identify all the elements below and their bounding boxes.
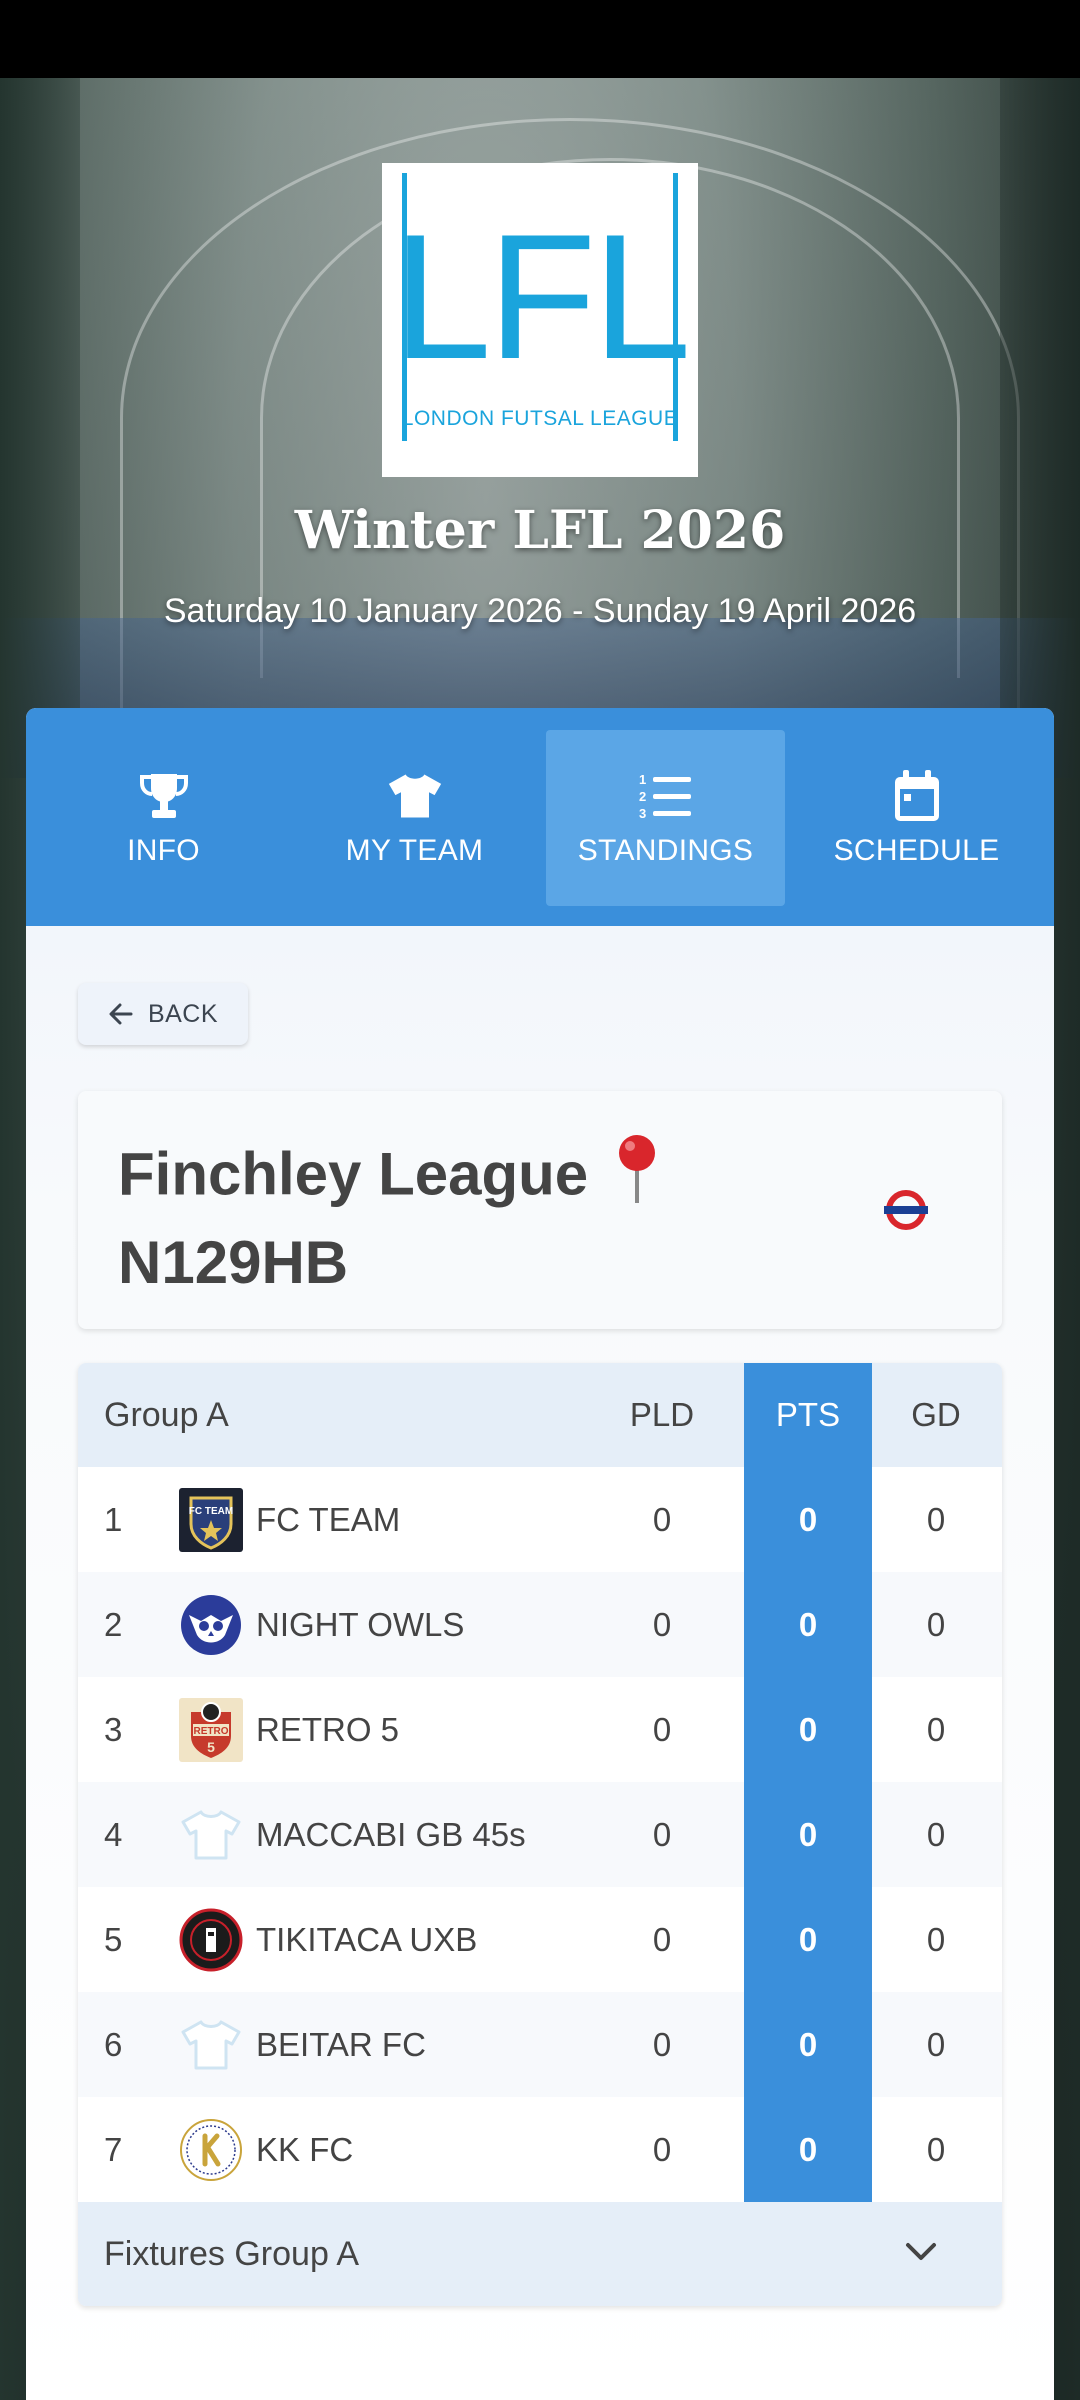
back-label: BACK bbox=[147, 999, 219, 1028]
tab-label: MY TEAM bbox=[345, 834, 484, 867]
table-row[interactable]: 3 RETRO 5 RETRO 5 0 0 0 bbox=[78, 1677, 1002, 1782]
col-pld[interactable]: PLD bbox=[606, 1396, 718, 1434]
map-pin-icon[interactable] bbox=[615, 1133, 659, 1224]
venue-card: Finchley League N129HB bbox=[78, 1091, 1002, 1329]
points: 0 bbox=[744, 1677, 872, 1782]
team-name[interactable]: KK FC bbox=[256, 2131, 353, 2169]
team-name[interactable]: FC TEAM bbox=[256, 1501, 400, 1539]
content-area: BACK Finchley League N129HB Group A PLD … bbox=[26, 926, 1054, 2400]
points: 0 bbox=[744, 1467, 872, 1572]
tab-standings[interactable]: 1 2 3 STANDINGS bbox=[546, 730, 785, 906]
table-row[interactable]: 2 NIGHT OWLS 0 0 0 bbox=[78, 1572, 1002, 1677]
svg-text:5: 5 bbox=[207, 1739, 215, 1755]
col-pts[interactable]: PTS bbox=[744, 1363, 872, 1467]
tab-info[interactable]: INFO bbox=[44, 730, 283, 906]
svg-text:FC TEAM: FC TEAM bbox=[189, 1506, 233, 1517]
calendar-icon bbox=[889, 768, 945, 824]
table-body: 1 FC TEAM FC TEAM 0 0 0 2 NIGHT OWLS 0 0… bbox=[78, 1467, 1002, 2202]
default-shirt-icon bbox=[178, 2012, 244, 2078]
played: 0 bbox=[652, 2130, 672, 2168]
goal-difference: 0 bbox=[926, 2025, 946, 2063]
list-ordered-icon: 1 2 3 bbox=[638, 768, 694, 824]
played: 0 bbox=[652, 1500, 672, 1538]
team-name[interactable]: BEITAR FC bbox=[256, 2026, 426, 2064]
venue-name: Finchley League bbox=[118, 1140, 589, 1208]
team-name[interactable]: MACCABI GB 45s bbox=[256, 1816, 526, 1854]
team-name[interactable]: TIKITACA UXB bbox=[256, 1921, 477, 1959]
points: 0 bbox=[744, 1992, 872, 2097]
standings-table: Group A PLD PTS GD 1 FC TEAM FC TEAM 0 0… bbox=[78, 1363, 1002, 2306]
goal-difference: 0 bbox=[926, 1605, 946, 1643]
position: 6 bbox=[104, 2025, 123, 2063]
table-row[interactable]: 5 TIKITACA UXB 0 0 0 bbox=[78, 1887, 1002, 1992]
group-label: Group A bbox=[104, 1395, 229, 1434]
played: 0 bbox=[652, 1920, 672, 1958]
table-header: Group A PLD PTS GD bbox=[78, 1363, 1002, 1467]
position: 5 bbox=[104, 1920, 123, 1958]
position: 1 bbox=[104, 1500, 123, 1538]
points: 0 bbox=[744, 1887, 872, 1992]
position: 4 bbox=[104, 1815, 123, 1853]
owl-badge bbox=[178, 1592, 244, 1658]
col-gd[interactable]: GD bbox=[886, 1396, 986, 1434]
tab-my-team[interactable]: MY TEAM bbox=[295, 730, 534, 906]
chevron-down-icon bbox=[906, 2243, 936, 2260]
underground-roundel-icon[interactable] bbox=[884, 1188, 928, 1232]
trophy-icon bbox=[136, 768, 192, 824]
status-bar bbox=[0, 0, 1080, 78]
logo-letters: LFL bbox=[392, 197, 692, 396]
goal-difference: 0 bbox=[926, 2130, 946, 2168]
tab-bar: INFO MY TEAM 1 2 3 STANDINGS SCHEDULE bbox=[26, 708, 1054, 926]
arrow-left-icon bbox=[109, 1003, 133, 1025]
table-row[interactable]: 4 MACCABI GB 45s 0 0 0 bbox=[78, 1782, 1002, 1887]
played: 0 bbox=[652, 1605, 672, 1643]
points: 0 bbox=[744, 1572, 872, 1677]
retro-5-badge: RETRO 5 bbox=[178, 1697, 244, 1763]
position: 3 bbox=[104, 1710, 123, 1748]
event-title: Winter LFL 2026 bbox=[294, 500, 786, 561]
goal-difference: 0 bbox=[926, 1920, 946, 1958]
svg-text:2: 2 bbox=[639, 789, 646, 804]
goal-difference: 0 bbox=[926, 1710, 946, 1748]
position: 2 bbox=[104, 1605, 123, 1643]
table-row[interactable]: 6 BEITAR FC 0 0 0 bbox=[78, 1992, 1002, 2097]
team-name[interactable]: NIGHT OWLS bbox=[256, 1606, 464, 1644]
fc-team-badge: FC TEAM bbox=[178, 1487, 244, 1553]
logo-subtitle: LONDON FUTSAL LEAGUE bbox=[401, 407, 679, 430]
tab-label: SCHEDULE bbox=[833, 834, 1000, 867]
played: 0 bbox=[652, 1710, 672, 1748]
default-shirt-icon bbox=[178, 1802, 244, 1868]
main-card: INFO MY TEAM 1 2 3 STANDINGS SCHEDULE BA… bbox=[26, 708, 1054, 2400]
fixtures-toggle[interactable]: Fixtures Group A bbox=[78, 2202, 1002, 2306]
venue-postcode: N129HB bbox=[118, 1229, 349, 1296]
back-button[interactable]: BACK bbox=[78, 983, 248, 1045]
table-row[interactable]: 1 FC TEAM FC TEAM 0 0 0 bbox=[78, 1467, 1002, 1572]
svg-text:RETRO: RETRO bbox=[194, 1726, 229, 1737]
venue-title: Finchley League N129HB bbox=[118, 1133, 758, 1302]
table-row[interactable]: 7 KK FC 0 0 0 bbox=[78, 2097, 1002, 2202]
position: 7 bbox=[104, 2130, 123, 2168]
tab-label: STANDINGS bbox=[577, 834, 754, 867]
league-logo: LFL LONDON FUTSAL LEAGUE bbox=[382, 163, 698, 477]
goal-difference: 0 bbox=[926, 1500, 946, 1538]
played: 0 bbox=[652, 2025, 672, 2063]
shirt-icon bbox=[387, 768, 443, 824]
tikitaca-badge bbox=[178, 1907, 244, 1973]
fixtures-label: Fixtures Group A bbox=[104, 2234, 360, 2273]
goal-difference: 0 bbox=[926, 1815, 946, 1853]
svg-text:3: 3 bbox=[639, 806, 646, 820]
played: 0 bbox=[652, 1815, 672, 1853]
kk-fc-badge bbox=[178, 2117, 244, 2183]
logo-frame: LFL bbox=[393, 173, 691, 441]
svg-text:1: 1 bbox=[639, 772, 646, 787]
team-name[interactable]: RETRO 5 bbox=[256, 1711, 399, 1749]
points: 0 bbox=[744, 2097, 872, 2202]
tab-label: INFO bbox=[127, 834, 200, 867]
event-dates: Saturday 10 January 2026 - Sunday 19 Apr… bbox=[163, 592, 917, 630]
points: 0 bbox=[744, 1782, 872, 1887]
tab-schedule[interactable]: SCHEDULE bbox=[797, 730, 1036, 906]
